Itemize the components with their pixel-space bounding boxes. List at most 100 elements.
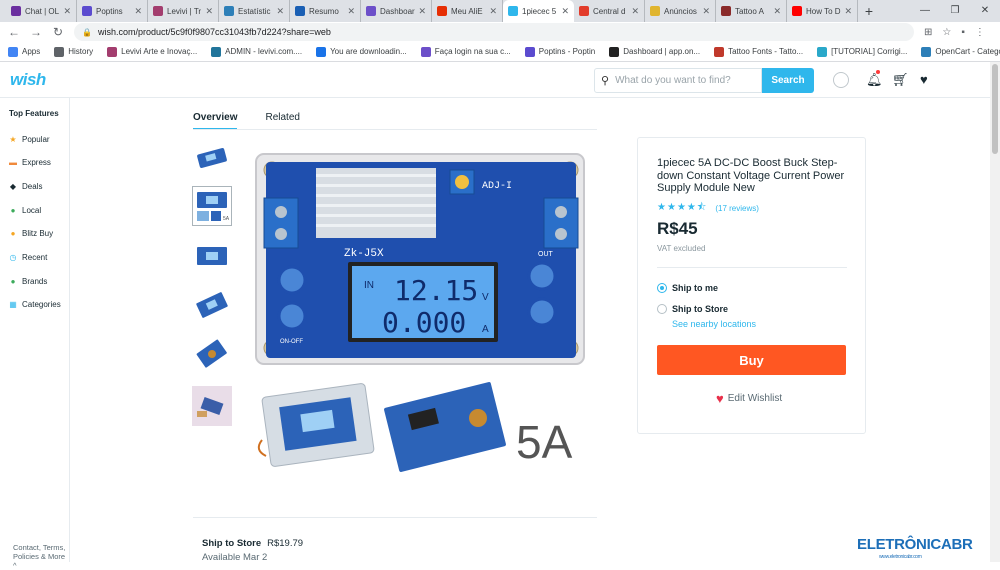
bell-icon[interactable]: 🔔︎: [866, 72, 883, 88]
translate-icon[interactable]: ⊞: [924, 27, 932, 38]
main-product-image[interactable]: ADJ-I Zk-J5X IN 12.15 V 0.000 A ON-OFF O…: [252, 140, 596, 490]
sidebar-item-brands[interactable]: ● Brands: [8, 276, 48, 286]
browser-tab[interactable]: Resumo ✕: [290, 0, 361, 22]
forward-button[interactable]: →: [28, 25, 44, 39]
tab-related[interactable]: Related: [265, 112, 299, 130]
nearby-locations-link[interactable]: See nearby locations: [672, 319, 756, 329]
new-tab-button[interactable]: +: [858, 0, 880, 22]
cart-icon[interactable]: 🛒︎: [892, 72, 909, 88]
sidebar-item-categories[interactable]: ▦ Categories: [8, 300, 60, 310]
rating-stars[interactable]: ★★★★⯪ (17 reviews): [657, 200, 759, 217]
sidebar-item-express[interactable]: ▬ Express: [8, 158, 51, 168]
availability-date: Available Mar 2: [202, 552, 268, 563]
product-tabs: Overview Related: [193, 112, 300, 130]
sidebar-item-popular[interactable]: ★ Popular: [8, 134, 49, 144]
close-tab-icon[interactable]: ✕: [418, 6, 426, 17]
bookmark-item[interactable]: OpenCart - Categor...: [921, 46, 1000, 57]
bookmark-item[interactable]: You are downloadin...: [316, 46, 407, 57]
close-tab-icon[interactable]: ✕: [276, 6, 284, 17]
thumbnail-1[interactable]: [192, 137, 232, 177]
thumbnail-5[interactable]: [192, 334, 232, 374]
close-tab-icon[interactable]: ✕: [844, 6, 852, 17]
bookmark-label: Dashboard | app.on...: [623, 47, 701, 56]
bookmark-item[interactable]: Faça login na sua c...: [420, 46, 511, 57]
browser-tab[interactable]: Levivi | Tr ✕: [148, 0, 219, 22]
bookmark-label: [TUTORIAL] Corrigi...: [831, 47, 908, 56]
window-controls: — ❐ ✕: [910, 0, 1000, 22]
close-tab-icon[interactable]: ✕: [347, 6, 355, 17]
reload-button[interactable]: ↻: [50, 25, 66, 39]
close-tab-icon[interactable]: ✕: [631, 6, 639, 17]
close-tab-icon[interactable]: ✕: [561, 6, 569, 17]
minimize-button[interactable]: —: [910, 0, 940, 22]
browser-tab[interactable]: Tattoo A ✕: [716, 0, 787, 22]
bookmark-item[interactable]: Levivi Arte e Inovaç...: [107, 46, 197, 57]
thumbnail-3[interactable]: [192, 236, 232, 276]
thumbnail-6[interactable]: [192, 386, 232, 426]
bookmark-item[interactable]: [TUTORIAL] Corrigi...: [817, 46, 908, 57]
ship-to-me-label: Ship to me: [672, 283, 719, 293]
browser-tab[interactable]: Estatístic ✕: [219, 0, 290, 22]
back-button[interactable]: ←: [6, 25, 22, 39]
sidebar-item-local[interactable]: ● Local: [8, 205, 42, 215]
sidebar-item-recent[interactable]: ◷ Recent: [8, 253, 48, 263]
bookmark-favicon-icon: [107, 46, 118, 57]
bookmark-item[interactable]: ADMIN - levivi.com....: [211, 46, 303, 57]
tab-favicon-icon: [508, 6, 518, 16]
ship-to-store-radio[interactable]: Ship to Store: [657, 304, 728, 314]
bookmark-item[interactable]: History: [54, 46, 93, 57]
edit-wishlist-button[interactable]: ♥ Edit Wishlist: [716, 391, 782, 406]
scrollbar-thumb[interactable]: [992, 64, 998, 154]
avatar[interactable]: [833, 72, 849, 88]
thumbnail-2[interactable]: 5A: [192, 186, 232, 226]
buy-button[interactable]: Buy: [657, 345, 846, 375]
browser-tab[interactable]: 1piecec 5 ✕: [503, 0, 574, 22]
extension-icon[interactable]: ▪: [961, 27, 965, 38]
close-tab-icon[interactable]: ✕: [489, 6, 497, 17]
menu-icon[interactable]: ⋮: [975, 27, 985, 38]
browser-tab[interactable]: How To D ✕: [787, 0, 858, 22]
bare-module-photo: [384, 382, 506, 472]
heart-icon[interactable]: ♥: [920, 72, 928, 87]
tab-favicon-icon: [366, 6, 376, 16]
bookmark-item[interactable]: Apps: [8, 46, 40, 57]
lock-icon: 🔒: [82, 27, 92, 37]
browser-tab[interactable]: Anúncios ✕: [645, 0, 716, 22]
bookmark-item[interactable]: Dashboard | app.on...: [609, 46, 701, 57]
close-tab-icon[interactable]: ✕: [134, 6, 142, 17]
bookmark-item[interactable]: Poptins - Poptin: [524, 46, 595, 57]
reviews-link[interactable]: (17 reviews): [715, 204, 759, 213]
search-icon: ⚲: [601, 75, 610, 87]
star-icon: ★: [666, 202, 676, 213]
search-input[interactable]: ⚲ What do you want to find?: [594, 68, 762, 93]
sidebar-item-blitz-buy[interactable]: ● Blitz Buy: [8, 229, 54, 239]
search-button[interactable]: Search: [762, 68, 814, 93]
tab-overview[interactable]: Overview: [193, 112, 238, 130]
onoff-label: ON-OFF: [280, 339, 303, 345]
bookmark-item[interactable]: Tattoo Fonts - Tatto...: [714, 46, 803, 57]
thumbnail-4[interactable]: [192, 285, 232, 325]
bookmark-star-icon[interactable]: ☆: [942, 27, 951, 38]
tab-title: Levivi | Tr: [167, 6, 202, 16]
browser-tab[interactable]: Meu AliE ✕: [432, 0, 503, 22]
url-input[interactable]: 🔒 wish.com/product/5c9f0f9807cc31043fb7d…: [74, 23, 914, 41]
sidebar-item-deals[interactable]: ◆ Deals: [8, 181, 43, 191]
tag-icon: ◆: [9, 181, 17, 191]
browser-tab[interactable]: Dashboar ✕: [361, 0, 432, 22]
footer-links[interactable]: Contact, Terms, Policies & More ^: [13, 543, 69, 570]
browser-tab[interactable]: Central d ✕: [574, 0, 645, 22]
tab-favicon-icon: [721, 6, 731, 16]
ship-to-me-radio[interactable]: Ship to me: [657, 283, 718, 293]
ship-to-store-price: R$19.79: [267, 538, 304, 549]
close-window-button[interactable]: ✕: [970, 0, 1000, 22]
browser-tab[interactable]: Chat | OL ✕: [6, 0, 77, 22]
close-tab-icon[interactable]: ✕: [205, 6, 213, 17]
maximize-button[interactable]: ❐: [940, 0, 970, 22]
bookmark-label: ADMIN - levivi.com....: [225, 47, 303, 56]
close-tab-icon[interactable]: ✕: [702, 6, 710, 17]
close-tab-icon[interactable]: ✕: [773, 6, 781, 17]
close-tab-icon[interactable]: ✕: [63, 6, 71, 17]
sidebar-item-label: Local: [22, 205, 42, 215]
wish-logo[interactable]: wish: [10, 70, 46, 90]
browser-tab[interactable]: Poptins ✕: [77, 0, 148, 22]
